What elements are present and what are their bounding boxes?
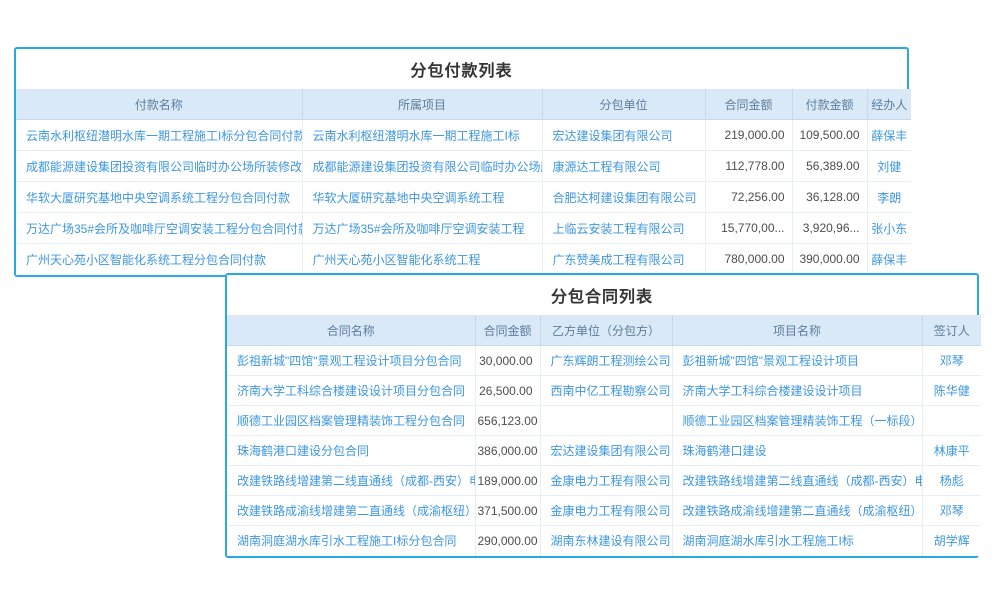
contract-list-panel: 分包合同列表 合同名称合同金额乙方单位（分包方）项目名称签订人 彭祖新城"四馆"… (225, 273, 979, 558)
cell-text: 290,000.00 (475, 526, 540, 556)
cell-link[interactable]: 张小东 (867, 213, 911, 244)
cell-link[interactable]: 湖南东林建设有限公司 (540, 526, 672, 556)
cell-link[interactable]: 顺德工业园区档案管理精装饰工程分包合同 (227, 406, 475, 436)
payment-table-header-row: 付款名称所属项目分包单位合同金额付款金额经办人 (16, 90, 911, 120)
cell-link[interactable]: 珠海鹤港口建设分包合同 (227, 436, 475, 466)
cell-text: 3,920,96... (792, 213, 867, 244)
table-row: 顺德工业园区档案管理精装饰工程分包合同656,123.00 顺德工业园区档案管理精… (227, 406, 981, 436)
cell-text: 371,500.00 (475, 496, 540, 526)
table-row: 华软大厦研究基地中央空调系统工程分包合同付款华软大厦研究基地中央空调系统工程合肥… (16, 182, 911, 213)
cell-link[interactable]: 湖南洞庭湖水库引水工程施工I标分包合同 (227, 526, 475, 556)
header-cell: 签订人 (922, 316, 981, 346)
cell-text: 15,770,00... (705, 213, 792, 244)
header-cell: 合同金额 (475, 316, 540, 346)
cell-link[interactable]: 胡学辉 (922, 526, 981, 556)
cell-link[interactable]: 西南中亿工程勘察公司 (540, 376, 672, 406)
cell-link[interactable]: 金康电力工程有限公司 (540, 466, 672, 496)
contract-table-body: 彭祖新城"四馆"景观工程设计项目分包合同30,000.00广东辉朗工程测绘公司彭… (227, 346, 981, 556)
cell-link[interactable]: 华软大厦研究基地中央空调系统工程分包合同付款 (16, 182, 302, 213)
cell-link[interactable]: 济南大学工科综合楼建设设计项目分包合同 (227, 376, 475, 406)
cell-link[interactable]: 顺德工业园区档案管理精装饰工程（一标段） (672, 406, 922, 436)
cell-text: 109,500.00 (792, 120, 867, 151)
cell-link[interactable]: 广州天心苑小区智能化系统工程分包合同付款 (16, 244, 302, 275)
header-cell: 合同名称 (227, 316, 475, 346)
cell-link[interactable]: 珠海鹤港口建设 (672, 436, 922, 466)
cell-link[interactable]: 薛保丰 (867, 120, 911, 151)
cell-link[interactable]: 云南水利枢纽潜明水库一期工程施工I标 (302, 120, 542, 151)
contract-table: 合同名称合同金额乙方单位（分包方）项目名称签订人 彭祖新城"四馆"景观工程设计项… (227, 315, 981, 556)
cell-text: 219,000.00 (705, 120, 792, 151)
table-row: 彭祖新城"四馆"景观工程设计项目分包合同30,000.00广东辉朗工程测绘公司彭… (227, 346, 981, 376)
cell-text: 72,256.00 (705, 182, 792, 213)
payment-table: 付款名称所属项目分包单位合同金额付款金额经办人 云南水利枢纽潜明水库一期工程施工… (16, 89, 911, 275)
header-cell: 项目名称 (672, 316, 922, 346)
cell-text: 112,778.00 (705, 151, 792, 182)
cell-link[interactable]: 改建铁路线增建第二线直通线（成都-西安）电力线... (672, 466, 922, 496)
cell-text: 56,389.00 (792, 151, 867, 182)
header-cell: 所属项目 (302, 90, 542, 120)
cell-link[interactable]: 广州天心苑小区智能化系统工程 (302, 244, 542, 275)
contract-table-header-row: 合同名称合同金额乙方单位（分包方）项目名称签订人 (227, 316, 981, 346)
cell-link[interactable]: 邓琴 (922, 496, 981, 526)
payment-list-title: 分包付款列表 (16, 49, 907, 89)
cell-link[interactable]: 万达广场35#会所及咖啡厅空调安装工程 (302, 213, 542, 244)
cell-text: 26,500.00 (475, 376, 540, 406)
cell-link[interactable]: 康源达工程有限公司 (542, 151, 705, 182)
table-row: 广州天心苑小区智能化系统工程分包合同付款广州天心苑小区智能化系统工程广东赞美成工… (16, 244, 911, 275)
header-cell: 经办人 (867, 90, 911, 120)
cell-link[interactable]: 金康电力工程有限公司 (540, 496, 672, 526)
cell-text: 36,128.00 (792, 182, 867, 213)
cell-link[interactable]: 改建铁路成渝线增建第二直通线（成渝枢纽）电力... (672, 496, 922, 526)
cell-link[interactable]: 成都能源建设集团投资有限公司临时办公场所... (302, 151, 542, 182)
cell-text (922, 406, 981, 436)
cell-text: 386,000.00 (475, 436, 540, 466)
cell-link[interactable]: 陈华健 (922, 376, 981, 406)
table-row: 改建铁路成渝线增建第二直通线（成渝枢纽）电力...371,500.00金康电力工… (227, 496, 981, 526)
cell-link[interactable]: 湖南洞庭湖水库引水工程施工I标 (672, 526, 922, 556)
cell-link[interactable]: 广东辉朗工程测绘公司 (540, 346, 672, 376)
cell-link[interactable]: 云南水利枢纽潜明水库一期工程施工I标分包合同付款 (16, 120, 302, 151)
cell-link[interactable]: 合肥达柯建设集团有限公司 (542, 182, 705, 213)
cell-text (540, 406, 672, 436)
cell-link[interactable]: 济南大学工科综合楼建设设计项目 (672, 376, 922, 406)
table-row: 成都能源建设集团投资有限公司临时办公场所装修改造...成都能源建设集团投资有限公… (16, 151, 911, 182)
cell-link[interactable]: 广东赞美成工程有限公司 (542, 244, 705, 275)
table-row: 济南大学工科综合楼建设设计项目分包合同26,500.00西南中亿工程勘察公司济南… (227, 376, 981, 406)
cell-link[interactable]: 宏达建设集团有限公司 (540, 436, 672, 466)
cell-link[interactable]: 彭祖新城"四馆"景观工程设计项目 (672, 346, 922, 376)
cell-link[interactable]: 成都能源建设集团投资有限公司临时办公场所装修改造... (16, 151, 302, 182)
payment-list-panel: 分包付款列表 付款名称所属项目分包单位合同金额付款金额经办人 云南水利枢纽潜明水… (14, 47, 909, 277)
contract-list-title: 分包合同列表 (227, 275, 977, 315)
cell-link[interactable]: 李朗 (867, 182, 911, 213)
header-cell: 乙方单位（分包方） (540, 316, 672, 346)
cell-text: 30,000.00 (475, 346, 540, 376)
table-row: 改建铁路线增建第二线直通线（成都-西安）电力线...189,000.00金康电力… (227, 466, 981, 496)
cell-link[interactable]: 林康平 (922, 436, 981, 466)
cell-link[interactable]: 改建铁路线增建第二线直通线（成都-西安）电力线... (227, 466, 475, 496)
cell-text: 390,000.00 (792, 244, 867, 275)
payment-table-body: 云南水利枢纽潜明水库一期工程施工I标分包合同付款云南水利枢纽潜明水库一期工程施工… (16, 120, 911, 275)
cell-link[interactable]: 刘健 (867, 151, 911, 182)
cell-text: 656,123.00 (475, 406, 540, 436)
cell-text: 189,000.00 (475, 466, 540, 496)
header-cell: 付款名称 (16, 90, 302, 120)
header-cell: 付款金额 (792, 90, 867, 120)
cell-text: 780,000.00 (705, 244, 792, 275)
table-row: 湖南洞庭湖水库引水工程施工I标分包合同290,000.00湖南东林建设有限公司湖… (227, 526, 981, 556)
cell-link[interactable]: 万达广场35#会所及咖啡厅空调安装工程分包合同付款 (16, 213, 302, 244)
table-row: 云南水利枢纽潜明水库一期工程施工I标分包合同付款云南水利枢纽潜明水库一期工程施工… (16, 120, 911, 151)
cell-link[interactable]: 华软大厦研究基地中央空调系统工程 (302, 182, 542, 213)
cell-link[interactable]: 宏达建设集团有限公司 (542, 120, 705, 151)
cell-link[interactable]: 改建铁路成渝线增建第二直通线（成渝枢纽）电力... (227, 496, 475, 526)
cell-link[interactable]: 薛保丰 (867, 244, 911, 275)
table-row: 珠海鹤港口建设分包合同386,000.00宏达建设集团有限公司珠海鹤港口建设林康… (227, 436, 981, 466)
cell-link[interactable]: 邓琴 (922, 346, 981, 376)
cell-link[interactable]: 杨彪 (922, 466, 981, 496)
cell-link[interactable]: 上临云安装工程有限公司 (542, 213, 705, 244)
cell-link[interactable]: 彭祖新城"四馆"景观工程设计项目分包合同 (227, 346, 475, 376)
header-cell: 合同金额 (705, 90, 792, 120)
table-row: 万达广场35#会所及咖啡厅空调安装工程分包合同付款万达广场35#会所及咖啡厅空调… (16, 213, 911, 244)
header-cell: 分包单位 (542, 90, 705, 120)
